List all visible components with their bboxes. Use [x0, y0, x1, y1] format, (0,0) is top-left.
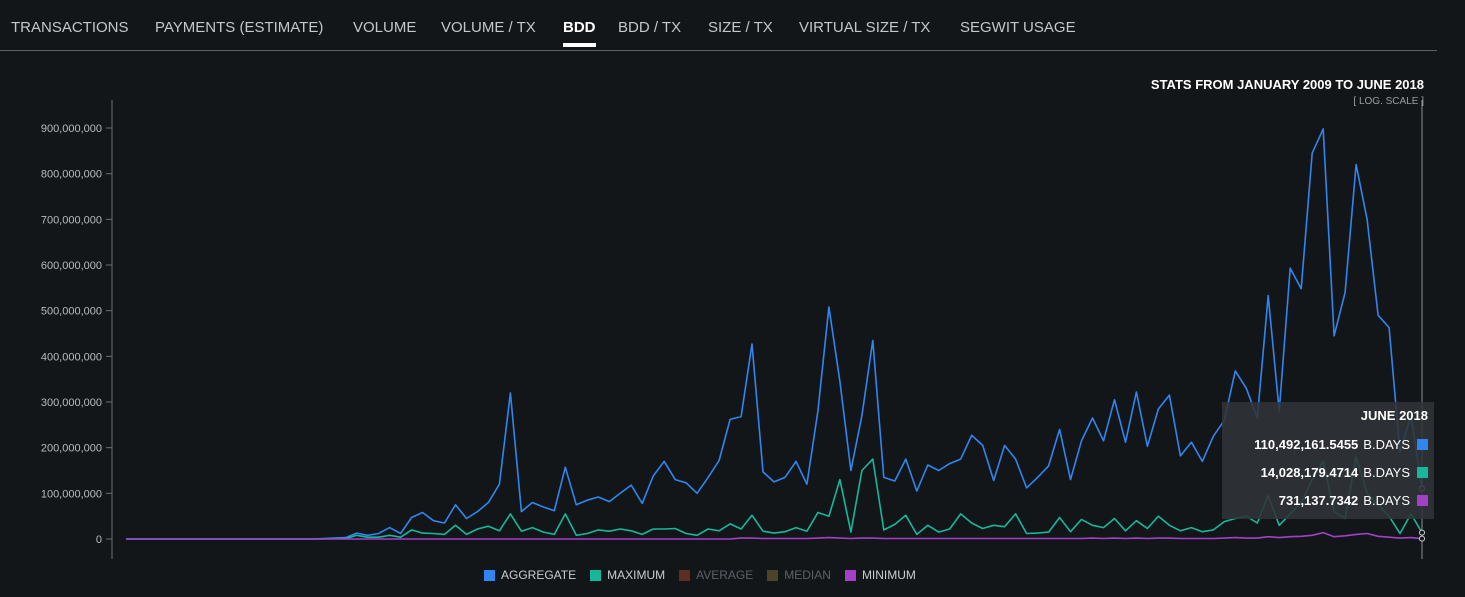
- legend-item-average[interactable]: AVERAGE: [679, 568, 753, 582]
- chart-legend: AGGREGATE MAXIMUM AVERAGE MEDIAN MINIMUM: [484, 567, 930, 583]
- minimum-swatch-icon: [844, 569, 856, 581]
- y-tick-label: 400,000,000: [41, 351, 102, 363]
- hover-tooltip: JUNE 2018 110,492,161.5455 B.DAYS 14,028…: [1222, 402, 1434, 519]
- minimum-swatch-icon: [1417, 495, 1428, 506]
- legend-label: MAXIMUM: [607, 568, 666, 582]
- aggregate-swatch-icon: [1417, 439, 1428, 450]
- maximum-swatch-icon: [590, 569, 602, 581]
- y-tick-label: 0: [96, 534, 102, 546]
- tooltip-row-aggregate: 110,492,161.5455 B.DAYS: [1254, 437, 1428, 452]
- legend-label: MEDIAN: [784, 568, 831, 582]
- tooltip-value: 110,492,161.5455: [1254, 437, 1359, 452]
- tooltip-unit: B.DAYS: [1363, 437, 1410, 452]
- y-tick-label: 800,000,000: [41, 169, 102, 181]
- y-tick-label: 200,000,000: [41, 443, 102, 455]
- y-tick-label: 300,000,000: [41, 397, 102, 409]
- hover-point-maximum: [1419, 529, 1425, 536]
- y-tick-label: 600,000,000: [41, 260, 102, 272]
- legend-item-aggregate[interactable]: AGGREGATE: [484, 568, 576, 582]
- tooltip-value: 731,137.7342: [1278, 493, 1359, 508]
- y-tick-label: 900,000,000: [41, 123, 102, 135]
- median-swatch-icon: [767, 569, 779, 581]
- legend-item-maximum[interactable]: MAXIMUM: [590, 568, 665, 582]
- hover-point-minimum: [1419, 535, 1425, 542]
- y-tick-label: 700,000,000: [41, 214, 102, 226]
- y-tick-label: 100,000,000: [41, 488, 102, 500]
- y-tick-label: 500,000,000: [41, 306, 102, 318]
- aggregate-swatch-icon: [484, 569, 495, 581]
- legend-label: AGGREGATE: [501, 568, 577, 582]
- legend-label: MINIMUM: [861, 568, 916, 582]
- maximum-swatch-icon: [1417, 467, 1428, 478]
- tooltip-row-maximum: 14,028,179.4714 B.DAYS: [1261, 465, 1428, 480]
- tooltip-row-minimum: 731,137.7342 B.DAYS: [1279, 493, 1428, 508]
- legend-item-minimum[interactable]: MINIMUM: [844, 568, 916, 582]
- tooltip-date: JUNE 2018: [1360, 408, 1428, 423]
- tooltip-unit: B.DAYS: [1363, 493, 1410, 508]
- tooltip-value: 14,028,179.4714: [1260, 465, 1359, 480]
- tooltip-unit: B.DAYS: [1363, 465, 1410, 480]
- average-swatch-icon: [679, 569, 691, 581]
- legend-item-median[interactable]: MEDIAN: [767, 568, 831, 582]
- y-axis-ticks: 0 100,000,000 200,000,000 300,000,000 400,00…: [41, 123, 112, 546]
- legend-label: AVERAGE: [696, 568, 754, 582]
